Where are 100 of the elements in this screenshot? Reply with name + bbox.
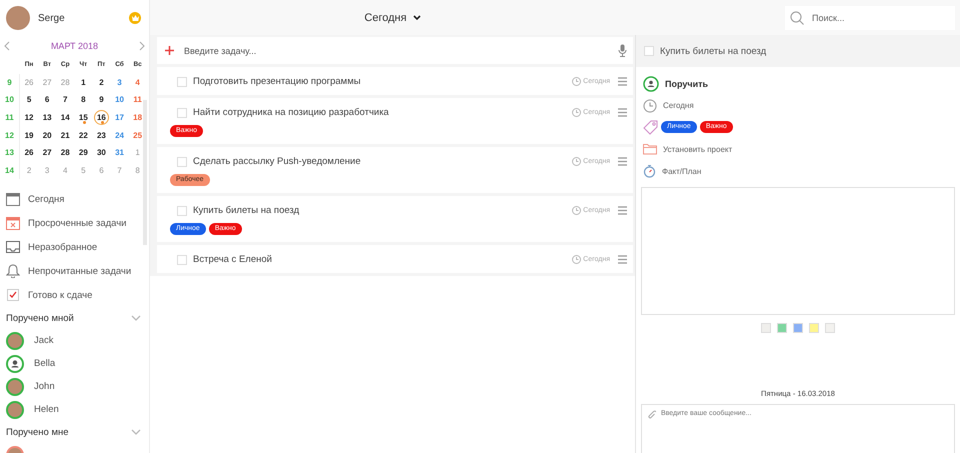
nav-label: Просроченные задачи bbox=[28, 218, 126, 229]
microphone-icon[interactable] bbox=[618, 44, 627, 57]
task-title: Встреча с Еленой bbox=[193, 254, 273, 265]
calendar-month: МАРТ 2018 bbox=[50, 41, 98, 51]
task-title: Сделать рассылку Push-уведомление bbox=[193, 156, 362, 167]
nav-label: Готово к сдаче bbox=[28, 290, 92, 301]
project-label[interactable]: Установить проект bbox=[663, 144, 732, 154]
date-dropdown[interactable]: Сегодня bbox=[364, 12, 421, 24]
person-item[interactable]: Bella bbox=[0, 352, 149, 376]
task-input-field[interactable]: Введите задачу... bbox=[157, 37, 633, 64]
calendar-day[interactable]: 9 bbox=[94, 92, 109, 108]
user-circle-icon[interactable] bbox=[643, 76, 659, 92]
notes-field[interactable] bbox=[641, 186, 955, 315]
calendar-day[interactable]: 15 bbox=[76, 110, 91, 126]
calendar-day[interactable]: 16 bbox=[94, 110, 109, 126]
task-checkbox[interactable] bbox=[644, 46, 654, 56]
person-item[interactable]: John bbox=[0, 375, 149, 398]
calendar-day[interactable]: 20 bbox=[40, 128, 55, 143]
calendar-day[interactable]: 13 bbox=[40, 110, 55, 126]
chevron-right-icon[interactable] bbox=[139, 41, 145, 51]
calendar-day[interactable]: 2 bbox=[94, 74, 109, 90]
stopwatch-icon[interactable] bbox=[643, 164, 656, 178]
search-field[interactable]: Поиск... bbox=[785, 6, 955, 30]
week-number: 9 bbox=[0, 74, 20, 92]
clock-icon bbox=[572, 77, 582, 86]
nav-label: Сегодня bbox=[28, 194, 64, 205]
menu-icon[interactable] bbox=[618, 157, 627, 166]
chevron-left-icon[interactable] bbox=[4, 41, 10, 51]
person-name: Bella bbox=[34, 358, 56, 370]
bell-icon bbox=[6, 264, 20, 278]
person-name: Helen bbox=[34, 404, 59, 416]
task-checkbox[interactable] bbox=[177, 156, 187, 166]
crown-badge[interactable] bbox=[129, 12, 141, 24]
week-number: 12 bbox=[0, 126, 20, 144]
task-checkbox[interactable] bbox=[177, 76, 187, 86]
calendar-day[interactable]: 14 bbox=[58, 110, 73, 126]
task-checkbox[interactable] bbox=[177, 254, 187, 264]
task-title: Найти сотрудника на позицию разработчика bbox=[193, 107, 390, 118]
week-number: 10 bbox=[0, 91, 20, 109]
nav-label: Неразобранное bbox=[28, 242, 98, 253]
week-number: 14 bbox=[0, 162, 20, 180]
calendar-day[interactable]: 19 bbox=[22, 128, 37, 143]
nav-item[interactable]: Готово к сдаче bbox=[0, 283, 149, 308]
clock-icon[interactable] bbox=[643, 98, 657, 113]
calendar-day[interactable]: 1 bbox=[76, 74, 91, 90]
chevron-down-icon[interactable] bbox=[131, 429, 141, 436]
paperclip-icon[interactable] bbox=[648, 410, 656, 420]
chevron-down-icon[interactable] bbox=[131, 315, 141, 322]
overdue-calendar-icon bbox=[6, 216, 20, 230]
week-number: 13 bbox=[0, 144, 20, 162]
section-title: Поручено мне bbox=[6, 426, 69, 438]
calendar-day[interactable]: 28 bbox=[58, 145, 73, 160]
color-swatch[interactable] bbox=[793, 322, 803, 333]
clock-icon bbox=[572, 206, 582, 215]
section-title: Поручено мной bbox=[6, 312, 74, 324]
clock-icon bbox=[572, 108, 582, 117]
color-swatch[interactable] bbox=[761, 322, 771, 333]
calendar-day[interactable]: 21 bbox=[58, 128, 73, 143]
nav-item[interactable]: Просроченные задачи bbox=[0, 211, 149, 236]
menu-icon[interactable] bbox=[618, 108, 627, 117]
task-title: Купить билеты на поезд bbox=[193, 205, 300, 216]
date-label[interactable]: Сегодня bbox=[663, 101, 694, 110]
calendar-day[interactable]: 30 bbox=[94, 145, 109, 160]
calendar-day[interactable]: 26 bbox=[22, 145, 37, 160]
person-item[interactable]: Jack bbox=[0, 329, 149, 352]
calendar-day[interactable]: 22 bbox=[76, 128, 91, 143]
person-name: Jack bbox=[34, 335, 54, 346]
user-name: Serge bbox=[38, 12, 66, 24]
inbox-icon bbox=[6, 241, 20, 254]
avatar-photo bbox=[6, 6, 30, 30]
search-input[interactable]: Поиск... bbox=[810, 12, 944, 24]
calendar-day[interactable]: 29 bbox=[76, 145, 91, 160]
person-item[interactable]: Helen bbox=[0, 398, 149, 422]
calendar-day[interactable]: 23 bbox=[94, 128, 109, 143]
nav-item[interactable]: Непрочитанные задачи bbox=[0, 259, 149, 284]
menu-icon[interactable] bbox=[618, 255, 627, 264]
assign-label[interactable]: Поручить bbox=[665, 78, 708, 89]
timer-label[interactable]: Факт/План bbox=[662, 166, 702, 176]
nav-item[interactable]: Неразобранное bbox=[0, 235, 149, 260]
color-swatch[interactable] bbox=[777, 322, 787, 333]
plus-icon[interactable] bbox=[165, 46, 174, 55]
folder-icon[interactable] bbox=[643, 143, 657, 156]
calendar-day[interactable]: 6 bbox=[40, 92, 55, 108]
menu-icon[interactable] bbox=[618, 206, 627, 215]
menu-icon[interactable] bbox=[618, 77, 627, 86]
calendar-day[interactable]: 5 bbox=[22, 92, 37, 108]
calendar-day[interactable]: 8 bbox=[76, 92, 91, 108]
task-checkbox[interactable] bbox=[177, 206, 187, 216]
calendar-icon bbox=[6, 192, 20, 206]
calendar-day[interactable]: 12 bbox=[22, 110, 37, 126]
calendar-day[interactable]: 27 bbox=[40, 145, 55, 160]
color-swatch[interactable] bbox=[825, 322, 835, 333]
color-swatch[interactable] bbox=[809, 322, 819, 333]
tag-icon[interactable] bbox=[643, 120, 658, 135]
nav-item[interactable]: Сегодня bbox=[0, 187, 149, 212]
clock-icon bbox=[572, 157, 582, 166]
calendar-day[interactable]: 7 bbox=[58, 92, 73, 108]
chevron-down-icon bbox=[412, 14, 421, 20]
task-checkbox[interactable] bbox=[177, 108, 187, 118]
week-number: 11 bbox=[0, 108, 20, 126]
